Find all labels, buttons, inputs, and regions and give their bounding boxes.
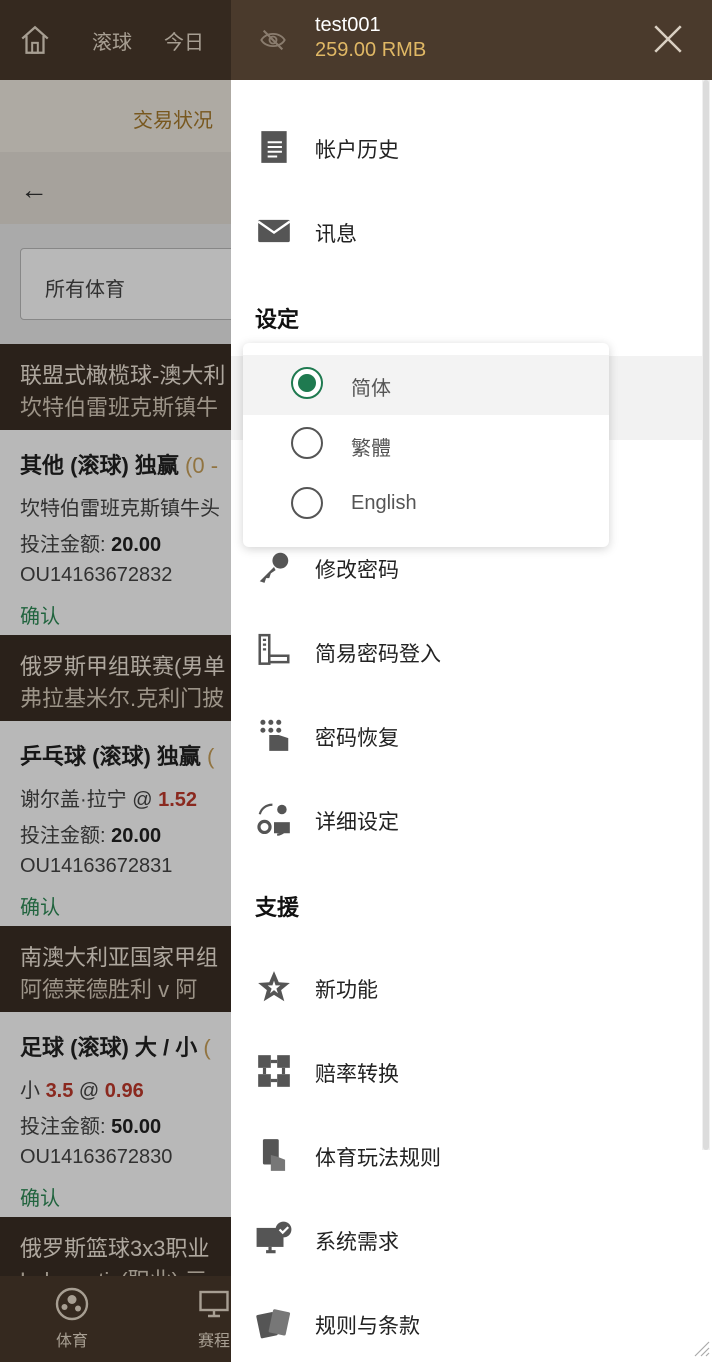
language-label: 繁體 xyxy=(351,438,391,460)
menu-label: 帐户历史 xyxy=(315,139,399,162)
language-option-simplified[interactable]: 简体 xyxy=(243,355,609,415)
key-icon xyxy=(259,552,289,583)
side-drawer: test001 259.00 RMB 帐户历史 讯息 设定 修改密码 简易密码登… xyxy=(231,0,712,1362)
menu-account-history[interactable]: 帐户历史 xyxy=(231,116,701,176)
menu-sports-rules[interactable]: 体育玩法规则 xyxy=(231,1124,701,1184)
menu-detailed-settings[interactable]: 详细设定 xyxy=(231,788,701,848)
language-label: 简体 xyxy=(351,378,391,400)
drawer-header: test001 259.00 RMB xyxy=(231,0,712,80)
language-option-english[interactable]: English xyxy=(243,475,609,535)
menu-label: 简易密码登入 xyxy=(315,643,441,666)
section-support: 支援 xyxy=(255,895,300,920)
password-recovery-icon xyxy=(260,719,289,751)
system-icon xyxy=(256,1221,292,1254)
star-icon xyxy=(258,971,290,1002)
menu-terms[interactable]: 规则与条款 xyxy=(231,1292,701,1352)
menu-label: 体育玩法规则 xyxy=(315,1147,441,1170)
scrollbar[interactable] xyxy=(702,80,710,1150)
menu-system-requirements[interactable]: 系统需求 xyxy=(231,1208,701,1268)
language-popup: 简体 繁體 English xyxy=(243,343,609,547)
close-icon[interactable] xyxy=(651,22,685,56)
menu-label: 系统需求 xyxy=(315,1231,399,1254)
settings-detail-icon xyxy=(257,803,290,836)
eye-hidden-icon[interactable] xyxy=(259,26,287,54)
document-icon xyxy=(261,131,287,163)
menu-label: 详细设定 xyxy=(315,811,399,834)
menu-label: 修改密码 xyxy=(315,559,399,582)
resize-handle-icon[interactable] xyxy=(691,1338,711,1358)
menu-label: 新功能 xyxy=(315,979,378,1002)
balance: 259.00 RMB xyxy=(315,39,427,61)
menu-label: 赔率转换 xyxy=(315,1063,399,1086)
rules-icon xyxy=(262,1139,286,1171)
menu-password-recovery[interactable]: 密码恢复 xyxy=(231,704,701,764)
section-settings: 设定 xyxy=(255,307,300,332)
language-option-traditional[interactable]: 繁體 xyxy=(243,415,609,475)
language-label: English xyxy=(351,492,417,514)
menu-label: 密码恢复 xyxy=(315,727,399,750)
radio-unselected[interactable] xyxy=(291,427,323,459)
radio-unselected[interactable] xyxy=(291,487,323,519)
menu-odds-conversion[interactable]: 赔率转换 xyxy=(231,1040,701,1100)
scrollbar-thumb[interactable] xyxy=(703,80,709,1150)
menu-easy-login[interactable]: 简易密码登入 xyxy=(231,620,701,680)
menu-label: 讯息 xyxy=(315,223,357,246)
menu-messages[interactable]: 讯息 xyxy=(231,200,701,260)
menu-new-features[interactable]: 新功能 xyxy=(231,956,701,1016)
mail-icon xyxy=(257,219,291,243)
pin-login-icon xyxy=(258,633,290,665)
odds-convert-icon xyxy=(258,1055,290,1087)
username: test001 xyxy=(315,14,381,36)
menu-label: 规则与条款 xyxy=(315,1315,420,1338)
terms-icon xyxy=(256,1309,291,1339)
radio-selected[interactable] xyxy=(291,367,323,399)
